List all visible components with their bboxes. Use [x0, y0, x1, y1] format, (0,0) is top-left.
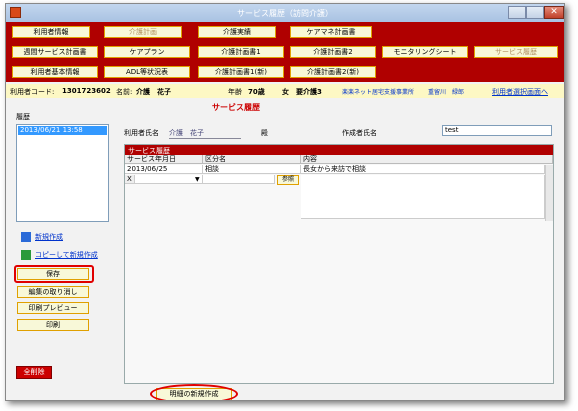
nav-plan-2-new[interactable]: 介護計画書2(新) [290, 66, 376, 78]
nav-caremanager-plan[interactable]: ケアマネ計画書 [290, 26, 372, 38]
navigation-panel: 利用者情報 介護計画 介護実績 ケアマネ計画書 週間サービス計画書 ケアプラン … [6, 22, 564, 82]
minimize-button[interactable] [508, 6, 526, 19]
title-bar: サービス履歴（訪問介護） ✕ [6, 4, 564, 22]
save-button[interactable]: 保存 [17, 268, 89, 280]
new-create-link[interactable]: 新規作成 [21, 232, 63, 242]
new-row-category-input[interactable] [203, 175, 275, 184]
nav-adl-table[interactable]: ADL等状況表 [104, 66, 190, 78]
nav-plan-2[interactable]: 介護計画書2 [290, 46, 376, 58]
main-window: サービス履歴（訪問介護） ✕ 利用者情報 介護計画 介護実績 ケアマネ計画書 週… [5, 3, 565, 401]
nav-monitoring-sheet[interactable]: モニタリングシート [382, 46, 468, 58]
nav-basic-info[interactable]: 利用者基本情報 [12, 66, 98, 78]
new-row-marker: X [125, 175, 135, 184]
copy-create-label: コピーして新規作成 [35, 251, 98, 259]
nav-plan-1[interactable]: 介護計画書1 [198, 46, 284, 58]
nav-weekly-plan[interactable]: 週間サービス計画書 [12, 46, 98, 58]
care-manager-name: 重留川 緑郎 [428, 89, 465, 96]
maximize-button[interactable] [526, 6, 544, 19]
user-name-field-value: 介護 花子 [169, 128, 241, 139]
row-content-cell[interactable]: 長女から来訪で相談 [301, 165, 545, 174]
reference-button[interactable]: 参照 [277, 175, 299, 185]
row-category-cell[interactable]: 相談 [203, 165, 301, 174]
grid-header-bar: サービス履歴 [125, 145, 553, 155]
history-item[interactable]: 2013/06/21 13:58 [18, 126, 107, 135]
column-header-category: 区分名 [203, 155, 301, 164]
care-level-value: 要介護3 [296, 88, 322, 96]
new-row-date-input[interactable] [135, 175, 203, 184]
close-button[interactable]: ✕ [544, 6, 564, 19]
age-label: 年齢 [228, 88, 242, 96]
new-detail-button[interactable]: 明細の新規作成 [156, 388, 232, 400]
new-create-label: 新規作成 [35, 233, 63, 241]
window-title: サービス履歴（訪問介護） [237, 9, 333, 18]
user-name-value: 介護 花子 [136, 88, 171, 96]
cancel-edit-button[interactable]: 編集の取り消し [17, 286, 89, 298]
column-header-date: サービス年月日 [125, 155, 203, 164]
user-name-field-label: 利用者氏名 [124, 129, 159, 137]
user-name-label: 名前: [116, 88, 133, 96]
copy-document-icon [21, 250, 31, 260]
new-document-icon [21, 232, 31, 242]
user-code-label: 利用者コード: [10, 88, 55, 96]
gender-value: 女 [282, 88, 289, 96]
page-title: サービス履歴 [212, 103, 260, 112]
nav-plan-1-new[interactable]: 介護計画書1(新) [198, 66, 284, 78]
nav-careplan[interactable]: ケアプラン [104, 46, 190, 58]
author-label: 作成者氏名 [342, 129, 377, 137]
user-select-link[interactable]: 利用者選択画面へ [492, 87, 548, 97]
user-code-value: 1301723602 [62, 87, 111, 95]
office-name: 楽楽ネット居宅支援事業所 [342, 89, 415, 96]
author-input[interactable]: test [442, 125, 552, 136]
history-label: 履歴 [16, 113, 30, 121]
user-info-strip: 利用者コード: 1301723602 名前: 介護 花子 年齢 70歳 女 要介… [6, 84, 564, 98]
nav-care-record[interactable]: 介護実績 [198, 26, 276, 38]
delete-all-button[interactable]: 全削除 [16, 366, 52, 379]
honorific-label: 殿 [261, 129, 268, 137]
row-date-cell[interactable]: 2013/06/25 [125, 165, 203, 174]
age-value: 70歳 [248, 88, 265, 96]
history-list[interactable]: 2013/06/21 13:58 [16, 124, 109, 222]
print-preview-button[interactable]: 印刷プレビュー [17, 302, 89, 314]
service-history-grid: サービス履歴 サービス年月日 区分名 内容 2013/06/25 相談 長女から… [124, 144, 554, 384]
new-row-content-input[interactable] [301, 175, 545, 219]
copy-create-link[interactable]: コピーして新規作成 [21, 250, 98, 260]
nav-user-info[interactable]: 利用者情報 [12, 26, 90, 38]
grid-scrollbar[interactable] [545, 165, 553, 221]
column-header-content: 内容 [301, 155, 553, 164]
nav-care-plan[interactable]: 介護計画 [104, 26, 182, 38]
nav-service-history[interactable]: サービス履歴 [474, 46, 558, 58]
chevron-down-icon[interactable]: ▼ [195, 176, 200, 183]
print-button[interactable]: 印刷 [17, 319, 89, 331]
